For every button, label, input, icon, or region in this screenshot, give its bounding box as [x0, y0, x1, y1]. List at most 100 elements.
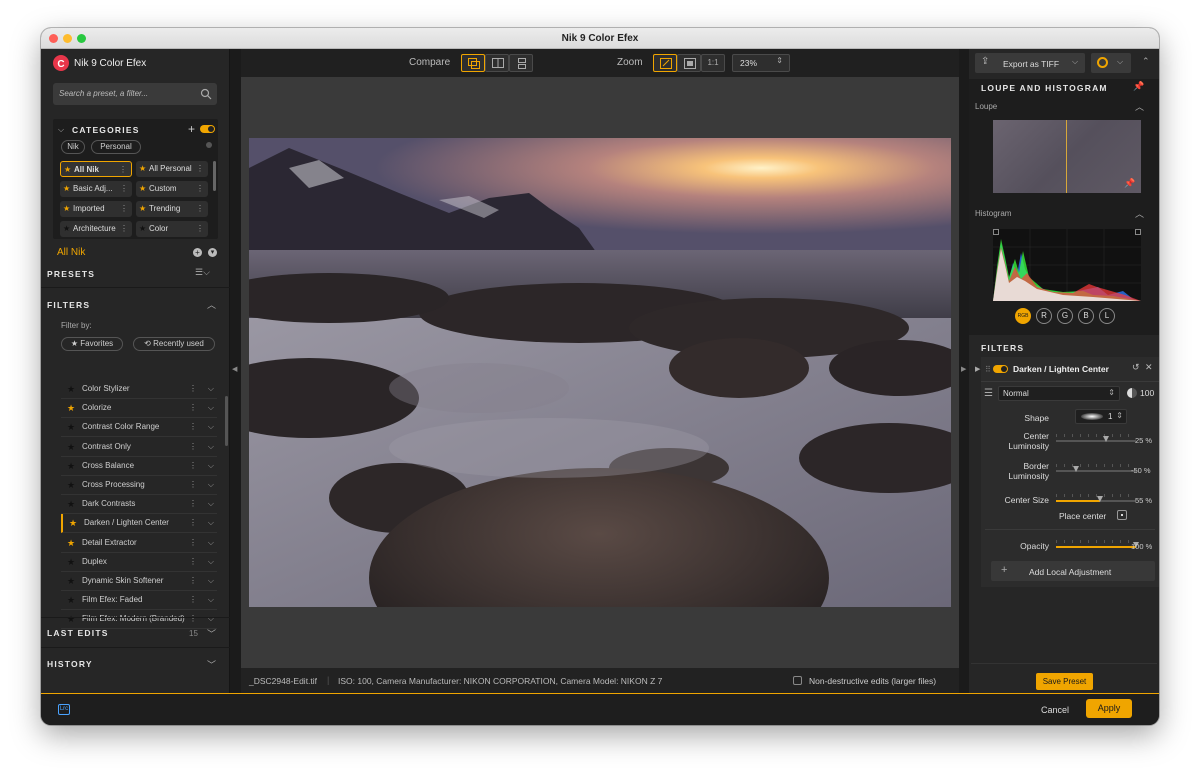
category-custom[interactable]: ★ Custom ⋮: [136, 181, 208, 197]
chevron-down-icon[interactable]: ⌵: [208, 418, 214, 436]
channel-button-b[interactable]: B: [1078, 308, 1094, 324]
star-icon[interactable]: ★: [67, 438, 75, 456]
control-slider[interactable]: [1056, 496, 1136, 502]
chevron-up-icon[interactable]: ︿: [1135, 100, 1144, 113]
place-center-button[interactable]: [1117, 510, 1127, 520]
more-icon[interactable]: ⋮: [189, 495, 197, 513]
star-icon[interactable]: ★: [67, 591, 75, 609]
categories-toggle[interactable]: [200, 125, 215, 133]
compare-sidebyside-button[interactable]: [485, 54, 509, 72]
more-icon[interactable]: ⋮: [189, 572, 197, 590]
more-icon[interactable]: ⋮: [189, 399, 197, 417]
expand-icon[interactable]: ▶: [975, 365, 980, 373]
star-icon[interactable]: ★: [67, 553, 75, 571]
chevron-down-icon[interactable]: ⌵: [208, 438, 214, 456]
star-icon[interactable]: ★: [67, 495, 75, 513]
channel-button-l[interactable]: L: [1099, 308, 1115, 324]
filter-list-item[interactable]: ★ Colorize ⋮ ⌵: [61, 399, 217, 419]
chevron-down-icon[interactable]: ﹀: [207, 627, 216, 640]
reset-icon[interactable]: ↺: [1132, 362, 1140, 373]
left-collapse-strip[interactable]: ◀: [230, 49, 241, 693]
star-icon[interactable]: ★: [67, 476, 75, 494]
star-icon[interactable]: ★: [67, 380, 75, 398]
category-all-nik[interactable]: ★ All Nik ⋮: [60, 161, 132, 177]
more-icon[interactable]: ⋮: [196, 181, 204, 197]
add-local-adjustment-button[interactable]: + Add Local Adjustment: [991, 561, 1155, 581]
more-icon[interactable]: ⋮: [189, 553, 197, 571]
preview-image[interactable]: [249, 138, 951, 607]
slider-knob[interactable]: [1103, 436, 1109, 442]
filter-opacity-value[interactable]: 100: [1140, 388, 1154, 398]
star-icon[interactable]: ★: [67, 418, 75, 436]
star-icon[interactable]: ★: [67, 610, 75, 628]
chevron-down-icon[interactable]: ⌵: [208, 495, 214, 513]
filter-list-item[interactable]: ★ Contrast Only ⋮ ⌵: [61, 438, 217, 457]
more-icon[interactable]: ⋮: [189, 610, 197, 628]
compare-split-button[interactable]: [461, 54, 485, 72]
compare-stacked-button[interactable]: [509, 54, 533, 72]
category-architecture[interactable]: ★ Architecture ⋮: [60, 221, 132, 237]
chevron-down-icon[interactable]: ⌵: [208, 399, 214, 417]
add-category-icon[interactable]: +: [188, 122, 195, 136]
category-all-personal[interactable]: ★ All Personal ⋮: [136, 161, 208, 177]
chevron-up-icon[interactable]: ︿: [1135, 207, 1144, 220]
control-slider[interactable]: [1056, 466, 1136, 472]
chevron-down-icon[interactable]: ﹀: [207, 658, 216, 671]
channel-button-g[interactable]: G: [1057, 308, 1073, 324]
chevron-down-icon[interactable]: ⌵: [208, 610, 214, 628]
star-icon[interactable]: ★: [67, 457, 75, 475]
zoom-window-button[interactable]: [77, 34, 86, 43]
more-icon[interactable]: ⋮: [189, 457, 197, 475]
star-icon[interactable]: ★: [67, 399, 75, 417]
apply-button[interactable]: Apply: [1086, 699, 1132, 718]
chevron-down-icon[interactable]: ⌵: [208, 457, 214, 475]
add-preset-icon[interactable]: +: [193, 248, 202, 257]
more-icon[interactable]: ⋮: [189, 514, 197, 532]
right-collapse-strip[interactable]: ▶: [959, 49, 969, 693]
star-icon[interactable]: ★: [67, 572, 75, 590]
zoom-fit-button[interactable]: [653, 54, 677, 72]
more-icon[interactable]: ⋮: [189, 534, 197, 552]
filter-list-item[interactable]: ★ Dark Contrasts ⋮ ⌵: [61, 495, 217, 515]
zoom-level-select[interactable]: 23% ⇕: [732, 54, 790, 72]
filter-list-item[interactable]: ★ Detail Extractor ⋮ ⌵: [61, 534, 217, 553]
zoom-fill-button[interactable]: [677, 54, 701, 72]
tab-personal[interactable]: Personal: [91, 140, 141, 154]
filter-list-scrollbar[interactable]: [225, 396, 228, 446]
star-icon[interactable]: ★: [69, 514, 77, 532]
filter-list-item[interactable]: ★ Cross Balance ⋮ ⌵: [61, 457, 217, 476]
export-button[interactable]: ⇪ Export as TIFF ⌵: [975, 53, 1085, 73]
filter-list-item[interactable]: ★ Film Efex: Modern (Branded) ⋮ ⌵: [61, 610, 217, 630]
more-icon[interactable]: ⋮: [120, 181, 128, 197]
chevron-down-icon[interactable]: ⌵: [208, 591, 214, 609]
slider-knob[interactable]: [1097, 496, 1103, 502]
collapse-all-icon[interactable]: ⌃: [1142, 56, 1150, 67]
shape-stepper[interactable]: 1 ⇕: [1075, 409, 1127, 424]
channel-button-r[interactable]: R: [1036, 308, 1052, 324]
menu-icon[interactable]: ☰: [984, 388, 993, 399]
loupe-view[interactable]: 📌: [993, 120, 1141, 193]
preset-menu-icon[interactable]: ▾: [208, 248, 217, 257]
drag-handle-icon[interactable]: ⠿: [985, 365, 991, 374]
star-icon[interactable]: ★: [67, 534, 75, 552]
category-basic-adj[interactable]: ★ Basic Adj... ⋮: [60, 181, 132, 197]
filter-list-item[interactable]: ★ Color Stylizer ⋮ ⌵: [61, 380, 217, 399]
filter-list-item[interactable]: ★ Darken / Lighten Center ⋮ ⌵: [61, 514, 217, 534]
chevron-down-icon[interactable]: ⌵: [208, 553, 214, 571]
presets-menu-icon[interactable]: ☰⌵: [195, 267, 210, 278]
filter-enable-toggle[interactable]: [993, 365, 1008, 373]
chevron-down-icon[interactable]: ⌵: [1072, 57, 1078, 67]
more-icon[interactable]: ⋮: [189, 418, 197, 436]
remove-filter-icon[interactable]: ✕: [1145, 362, 1153, 373]
more-icon[interactable]: ⋮: [189, 438, 197, 456]
pin-icon[interactable]: 📌: [1133, 81, 1144, 92]
cancel-button[interactable]: Cancel: [1041, 705, 1069, 715]
nondestructive-checkbox[interactable]: [793, 676, 802, 685]
pin-icon[interactable]: 📌: [1124, 178, 1135, 189]
chevron-down-icon[interactable]: ⌵: [208, 476, 214, 494]
categories-scrollbar[interactable]: [213, 161, 216, 191]
more-icon[interactable]: ⋮: [196, 161, 204, 177]
control-slider[interactable]: [1056, 436, 1136, 442]
close-window-button[interactable]: [49, 34, 58, 43]
chevron-down-icon[interactable]: ⌵: [208, 514, 214, 532]
